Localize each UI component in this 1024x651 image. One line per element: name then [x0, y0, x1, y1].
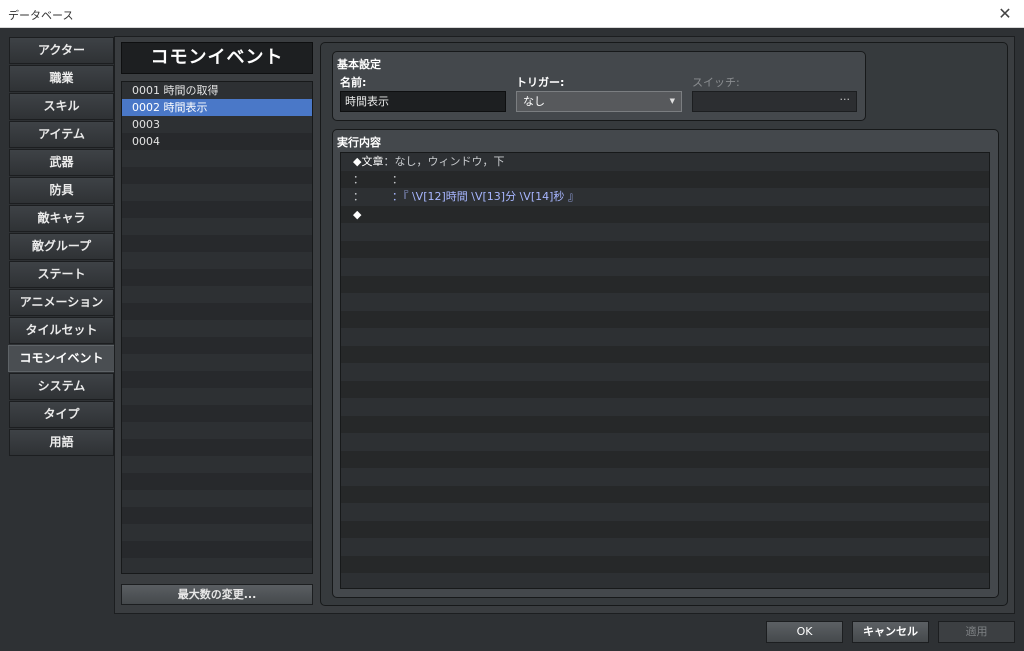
apply-button[interactable]: 適用: [938, 621, 1015, 643]
common-event-row[interactable]: 0001 時間の取得: [122, 82, 312, 99]
nav-item[interactable]: ステート: [9, 261, 114, 288]
ok-button[interactable]: OK: [766, 621, 843, 643]
basic-settings-title: 基本設定: [337, 58, 381, 71]
command-text: ：: [353, 172, 364, 186]
command-text: ：: [353, 190, 364, 203]
switch-field[interactable]: ···: [692, 91, 857, 112]
cancel-button[interactable]: キャンセル: [852, 621, 929, 643]
nav-item[interactable]: タイプ: [9, 401, 114, 428]
event-command-row[interactable]: ： ：『 \V[12]時間 \V[13]分 \V[14]秒 』: [341, 188, 989, 206]
contents-title: 実行内容: [337, 136, 381, 149]
ellipsis-icon[interactable]: ···: [840, 93, 851, 106]
event-command-row[interactable]: ◆文章：なし，ウィンドウ，下: [341, 153, 989, 171]
nav-item[interactable]: アニメーション: [9, 289, 114, 316]
trigger-label: トリガー:: [516, 76, 565, 89]
change-max-button[interactable]: 最大数の変更...: [121, 584, 313, 605]
command-text: ：: [364, 172, 403, 186]
nav-item[interactable]: アクター: [9, 37, 114, 64]
event-command-row[interactable]: ◆: [341, 206, 989, 224]
nav-item[interactable]: コモンイベント: [8, 345, 115, 372]
database-category-nav: アクター 職業 スキル アイテム 武器 防具 敵キャラ 敵グループ ステート アニメーション タイル…: [8, 37, 115, 456]
common-event-row[interactable]: 0003: [122, 116, 312, 133]
window-title: データベース: [8, 9, 74, 22]
nav-item[interactable]: 敵グループ: [9, 233, 114, 260]
nav-item[interactable]: 防具: [9, 177, 114, 204]
common-event-row[interactable]: 0004: [122, 133, 312, 150]
common-event-row[interactable]: 0002 時間表示: [122, 99, 312, 116]
name-label: 名前:: [340, 76, 367, 89]
nav-item[interactable]: 用語: [9, 429, 114, 456]
command-text: 文章: [361, 155, 384, 168]
event-command-row[interactable]: ： ：: [341, 171, 989, 189]
nav-item[interactable]: アイテム: [9, 121, 114, 148]
close-icon[interactable]: ✕: [994, 3, 1016, 25]
command-text: ：『 \V[12]時間 \V[13]分 \V[14]秒 』: [364, 190, 579, 203]
chevron-down-icon: ▼: [669, 97, 675, 105]
nav-item[interactable]: 武器: [9, 149, 114, 176]
command-text: ：なし，ウィンドウ，下: [383, 155, 505, 168]
event-command-list[interactable]: ◆文章：なし，ウィンドウ，下： ：： ：『 \V[12]時間 \V[13]分 \…: [340, 152, 990, 589]
nav-item[interactable]: 敵キャラ: [9, 205, 114, 232]
nav-item[interactable]: タイルセット: [9, 317, 114, 344]
nav-item[interactable]: スキル: [9, 93, 114, 120]
nav-item[interactable]: システム: [9, 373, 114, 400]
title-bar: データベース ✕: [0, 0, 1024, 28]
common-event-list-header: コモンイベント: [121, 42, 313, 74]
name-input[interactable]: 時間表示: [340, 91, 506, 112]
command-text: ◆: [353, 207, 362, 221]
nav-item[interactable]: 職業: [9, 65, 114, 92]
switch-label: スイッチ:: [692, 76, 740, 89]
trigger-select[interactable]: なし ▼: [516, 91, 682, 112]
common-event-list[interactable]: 0001 時間の取得 0002 時間表示 0003 0004: [121, 81, 313, 574]
trigger-select-value: なし: [523, 95, 545, 108]
